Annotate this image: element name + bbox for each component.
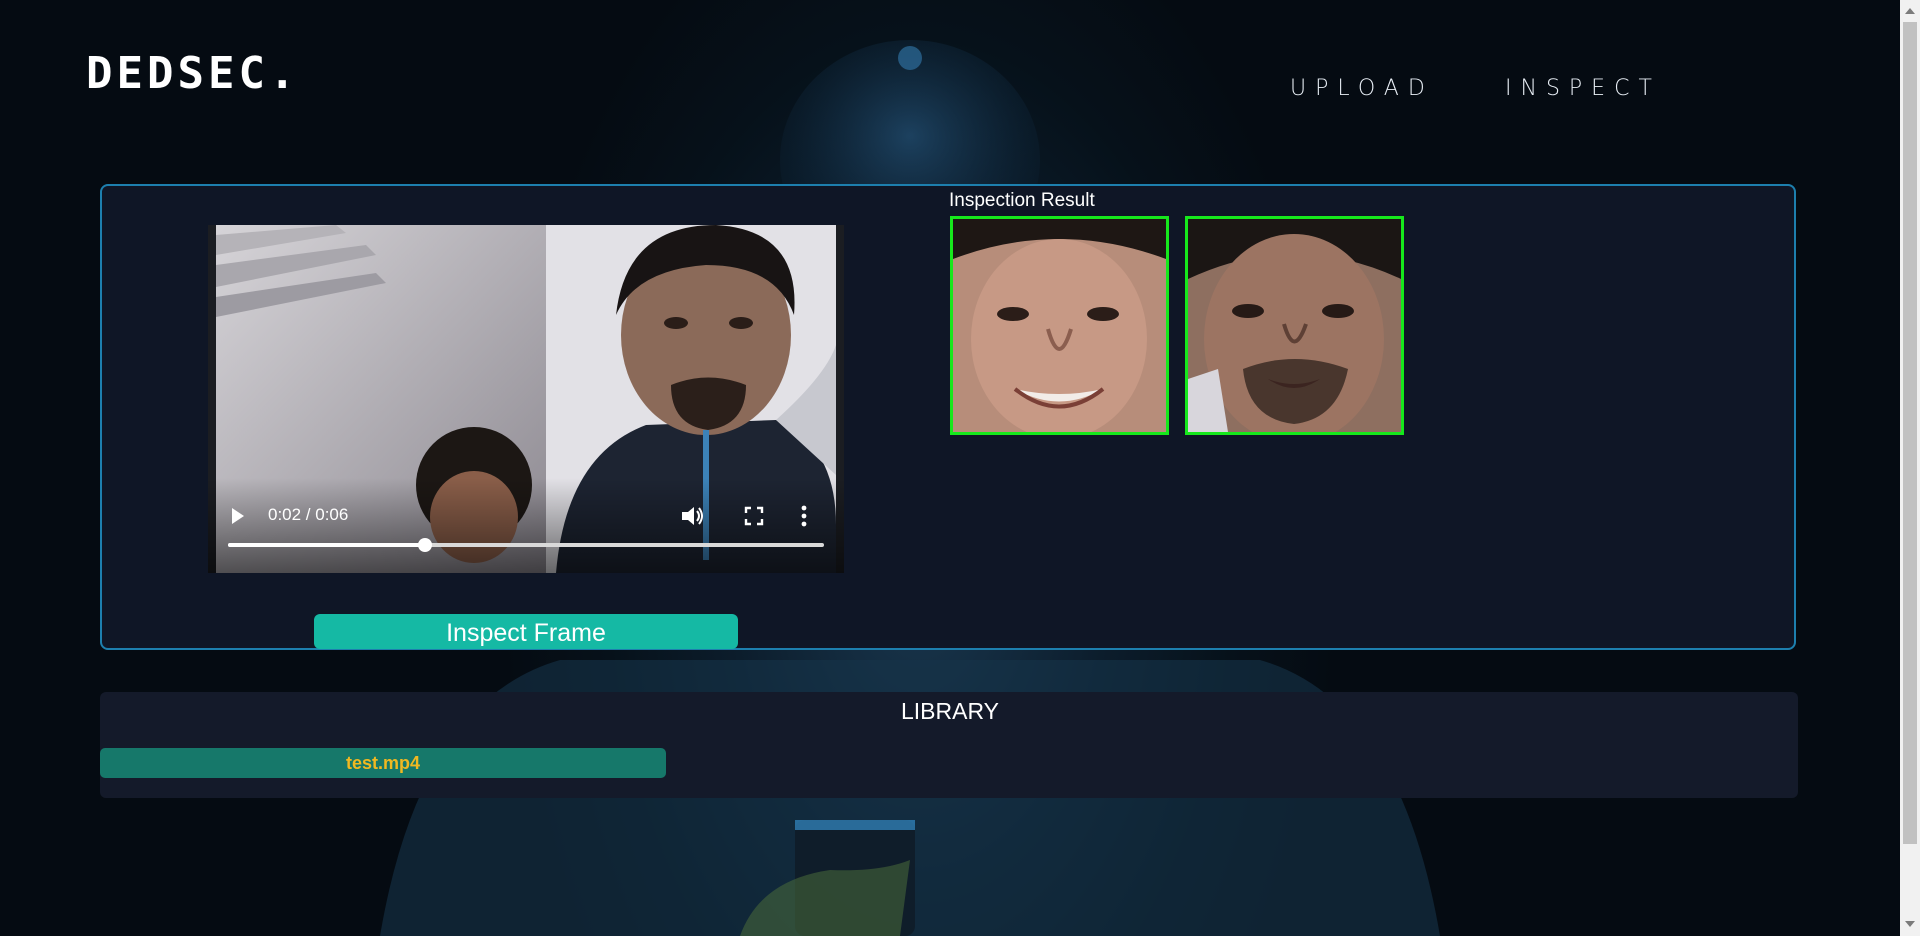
more-vertical-icon[interactable] [800,504,808,528]
inspection-result-title: Inspection Result [949,190,1095,211]
library-title: LIBRARY [900,698,999,724]
seek-progress [228,543,425,547]
dedsec-logo[interactable]: DEDSEC. [86,52,299,96]
inspect-frame-button[interactable]: Inspect Frame [314,614,738,649]
detected-face-2[interactable] [1185,216,1404,435]
video-time: 0:02 / 0:06 [268,505,349,524]
video-player[interactable]: 0:02 / 0:06 [208,225,844,573]
library-item[interactable]: test.mp4 [100,748,666,778]
scroll-down-arrow-icon[interactable] [1905,921,1915,927]
face-image-1 [953,219,1166,432]
nav-upload-link[interactable]: UPLOAD [1290,76,1434,101]
seek-bar[interactable] [228,538,824,552]
fullscreen-icon[interactable] [744,506,764,526]
detected-face-1[interactable] [950,216,1169,435]
video-controls: 0:02 / 0:06 [208,478,844,573]
scroll-up-arrow-icon[interactable] [1905,8,1915,14]
page-scrollbar[interactable] [1900,0,1920,936]
face-image-2 [1188,219,1401,432]
volume-icon[interactable] [680,504,706,528]
site-header: DEDSEC. UPLOAD INSPECT [0,0,1900,140]
nav-inspect-link[interactable]: INSPECT [1505,76,1661,101]
scroll-thumb[interactable] [1903,22,1917,844]
play-icon[interactable] [232,508,244,524]
seek-thumb[interactable] [417,538,432,552]
